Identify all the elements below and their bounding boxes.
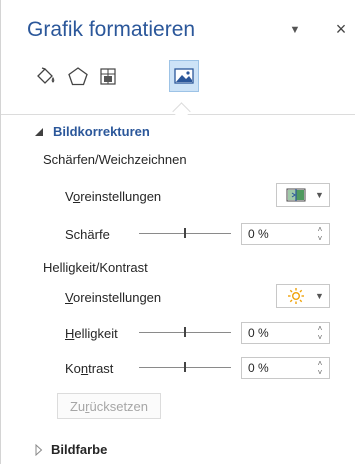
- contrast-label: Kontrast: [65, 361, 114, 376]
- brightness-slider-thumb[interactable]: [184, 327, 186, 337]
- contrast-value[interactable]: 0 %: [248, 361, 269, 375]
- section-bildfarbe-header[interactable]: Bildfarbe: [35, 442, 107, 457]
- tab-effects[interactable]: [63, 60, 93, 92]
- brightness-spinner[interactable]: 0 % ˄ ˅: [241, 322, 330, 344]
- format-picture-pane: Grafik formatieren ▼ × Bildkorrekturen S…: [0, 0, 355, 464]
- sharpen-presets-dropdown[interactable]: ▼: [276, 183, 330, 207]
- tab-picture[interactable]: [169, 60, 199, 92]
- chevron-down-icon: ▼: [315, 291, 324, 301]
- contrast-spinner[interactable]: 0 % ˄ ˅: [241, 357, 330, 379]
- active-tab-pointer: [172, 102, 191, 121]
- sharpness-spinner[interactable]: 0 % ˄ ˅: [241, 223, 330, 245]
- contrast-slider-thumb[interactable]: [184, 362, 186, 372]
- sharpen-presets-label: Voreinstellungen: [65, 189, 162, 204]
- sun-icon: [283, 287, 309, 305]
- expanded-triangle-icon: [35, 127, 43, 136]
- section-bildfarbe-label: Bildfarbe: [51, 442, 108, 457]
- sharpness-slider[interactable]: [139, 228, 231, 238]
- pentagon-icon: [68, 67, 88, 86]
- brightness-value[interactable]: 0 %: [248, 326, 269, 340]
- tab-layout-properties[interactable]: [93, 60, 123, 92]
- brightness-group-title: Helligkeit/Kontrast: [43, 260, 148, 275]
- pane-options-dropdown[interactable]: ▼: [287, 22, 303, 38]
- sharpen-group-title: Schärfen/Weichzeichnen: [43, 152, 187, 167]
- brightness-label: Helligkeit: [65, 326, 118, 341]
- picture-icon: [174, 68, 194, 84]
- brightness-presets-dropdown[interactable]: ▼: [276, 284, 330, 308]
- tab-fill-line[interactable]: [31, 60, 61, 92]
- close-pane-button[interactable]: ×: [332, 19, 350, 39]
- spinner-arrows-icon[interactable]: ˄ ˅: [315, 225, 325, 243]
- section-bildkorrekturen-header[interactable]: Bildkorrekturen: [35, 124, 150, 139]
- section-bildkorrekturen-label: Bildkorrekturen: [53, 124, 150, 139]
- sharpen-preset-icon: [283, 187, 309, 203]
- paint-bucket-icon: [37, 67, 55, 84]
- reset-button[interactable]: Zu r ücksetzen: [57, 393, 161, 419]
- brightness-slider[interactable]: [139, 327, 231, 337]
- contrast-slider[interactable]: [139, 362, 231, 372]
- sharpness-label: Schärfe: [65, 227, 110, 242]
- spinner-arrows-icon[interactable]: ˄ ˅: [315, 324, 325, 342]
- collapsed-triangle-outline-icon: [35, 444, 43, 456]
- sharpness-value[interactable]: 0 %: [248, 227, 269, 241]
- pane-title: Grafik formatieren: [27, 18, 196, 41]
- chevron-down-icon: ▼: [315, 190, 324, 200]
- brightness-presets-label: Voreinstellungen: [65, 290, 162, 305]
- spinner-arrows-icon[interactable]: ˄ ˅: [315, 359, 325, 377]
- layout-size-icon: [100, 68, 116, 85]
- sharpness-slider-thumb[interactable]: [184, 228, 186, 238]
- chevron-down-icon: ▼: [289, 24, 301, 36]
